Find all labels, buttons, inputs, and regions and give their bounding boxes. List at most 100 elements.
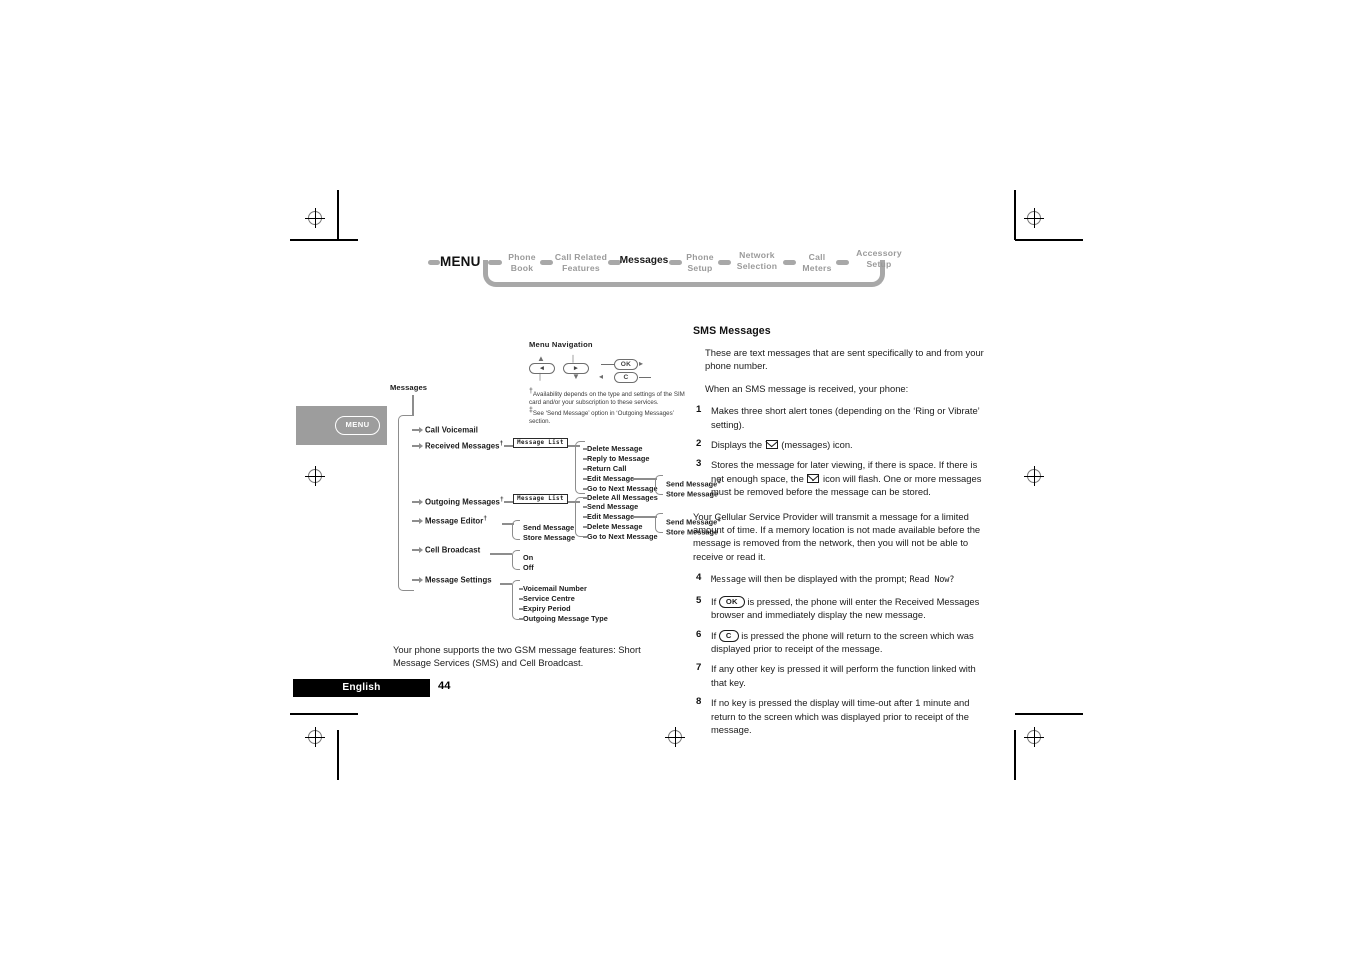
down-bar-icon-left: ∣ [538,372,542,381]
tree-node-cell-broadcast[interactable]: Cell Broadcast [425,544,480,555]
tree-connector-received-lcd [504,445,513,447]
step-number: 7 [696,662,702,674]
tree-node-dagger: † [483,515,488,522]
flow-label-line: Network [739,250,775,260]
settings-option-expiry-period[interactable]: Expiry Period [523,604,571,613]
tree-node-call-voicemail[interactable]: Call Voicemail [425,424,478,435]
sms-step-3: 3 Stores the message for later viewing, … [693,458,985,498]
editor-option-store-message[interactable]: Store Message [523,533,575,542]
registration-mark-bottom-center [665,727,685,747]
received-option-edit-message[interactable]: Edit Message [587,474,634,483]
step-number: 1 [696,404,702,416]
broadcast-option-off[interactable]: Off [523,563,534,572]
step-text-after: (messages) icon. [778,439,853,451]
step-number: 2 [696,438,702,450]
ok-key-inline[interactable]: OK [718,595,745,608]
broadcast-options-lead [490,553,512,555]
tree-node-received-messages[interactable]: Received Messages† [425,440,503,451]
outgoing-option-delete-message[interactable]: Delete Message [587,522,642,531]
tree-node-message-editor[interactable]: Message Editor† [425,515,487,526]
tree-node-label: Message Editor [425,516,484,526]
flow-label-phone-book[interactable]: Phone Book [502,252,542,273]
right-arrow-icon-ok: ▸ [639,359,644,368]
registration-mark-top-right [1024,208,1044,228]
left-arrow-icon-c: ◂ [599,372,604,381]
menu-button[interactable]: MENU [335,416,380,435]
outgoing-sub-lead [633,516,657,518]
crop-mark-top-left-v [337,190,339,240]
received-option-tick-1 [583,458,587,460]
tree-arrow-node-3 [419,518,423,524]
settings-option-tick-1 [519,598,523,600]
menu-flow-bar: MENU Phone Book Call Related Features Me… [428,243,940,293]
flow-label-call-related-features[interactable]: Call Related Features [550,252,612,273]
step-text: If any other key is pressed it will perf… [711,663,976,688]
messages-menu-tree: Messages Call Voicemail Received Message… [390,383,721,633]
received-option-return-call[interactable]: Return Call [587,464,626,473]
flow-label-messages[interactable]: Messages [614,255,674,267]
step-text: Stores the message for later viewing, if… [711,458,985,498]
received-option-delete-message[interactable]: Delete Message [587,444,642,453]
flow-label-phone-setup[interactable]: Phone Setup [679,252,721,273]
flow-label-line: Setup [866,258,892,269]
flow-label-call-meters[interactable]: Call Meters [797,252,837,273]
settings-option-service-centre[interactable]: Service Centre [523,594,575,603]
nav-legend-title: Menu Navigation [529,340,593,349]
received-option-delete-all-messages[interactable]: Delete All Messages [587,493,658,502]
received-option-go-to-next-message[interactable]: Go to Next Message [587,484,658,493]
outgoing-option-go-to-next-message[interactable]: Go to Next Message [587,532,658,541]
step-text: If C is pressed the phone will return to… [711,629,985,656]
sms-step-4: 4 Message will then be displayed with th… [693,572,985,587]
broadcast-option-on[interactable]: On [523,553,533,562]
tree-main-bracket [398,415,414,591]
broadcast-options-bracket [512,550,520,570]
step-text: Message will then be displayed with the … [711,572,985,587]
flow-label-line: Call Related [554,252,608,262]
flow-label-line: Selection [736,260,778,271]
outgoing-option-edit-message[interactable]: Edit Message [587,512,634,521]
editor-option-send-message[interactable]: Send Message [523,523,574,532]
tree-arrow-node-5 [419,577,423,583]
outgoing-option-send-message[interactable]: Send Message [587,502,638,511]
flow-label-line: Setup [687,262,713,273]
ok-key[interactable]: OK [614,359,638,370]
lcd-box-message-list-received: Message List [513,438,568,448]
flow-label-accessory-setup[interactable]: Accessory Setup [851,248,907,269]
flow-label-line: Accessory [856,248,902,258]
received-option-tick-2 [583,468,587,470]
received-option-tick-3 [583,478,587,480]
outgoing-option-tick-1 [583,516,587,518]
received-option-reply-to-message[interactable]: Reply to Message [587,454,649,463]
flow-label-line: Phone [686,252,714,262]
crop-mark-bottom-left-v [337,730,339,780]
tree-arrow-node-2 [419,499,423,505]
lcd-label-read-now: Read Now? [909,575,955,586]
clear-key-inline[interactable]: C [718,629,739,642]
tree-node-message-settings[interactable]: Message Settings [425,574,492,585]
clear-key[interactable]: C [614,372,638,383]
received-sub-lead [633,478,657,480]
received-option-tick-0 [583,448,587,450]
step-number: 3 [696,458,702,470]
left-arrow-key[interactable]: ◄ [529,363,555,374]
crop-mark-top-left-h [290,239,358,241]
settings-option-outgoing-message-type[interactable]: Outgoing Message Type [523,614,608,623]
registration-mark-bottom-left [305,727,325,747]
step-text-before: If [711,595,719,607]
editor-options-bracket [512,520,520,540]
tree-node-label: Call Voicemail [425,425,478,435]
step-text-before: If [711,629,719,641]
flow-label-network-selection[interactable]: Network Selection [728,250,786,271]
section-heading-sms-messages: SMS Messages [693,325,771,337]
step-number: 5 [696,594,702,606]
page-canvas: MENU Phone Book Call Related Features Me… [0,0,1351,954]
tree-node-outgoing-messages[interactable]: Outgoing Messages† [425,496,504,507]
sms-step-2: 2 Displays the (messages) icon. [693,438,985,451]
tree-arrow-node-0 [419,427,423,433]
step-text: If OK is pressed, the phone will enter t… [711,595,985,622]
sms-step-6: 6 If C is pressed the phone will return … [693,629,985,656]
step-text-after: is pressed the phone will return to the … [711,629,974,654]
ok-lead-line [601,364,615,366]
settings-option-voicemail-number[interactable]: Voicemail Number [523,584,587,593]
sms-step-7: 7 If any other key is pressed it will pe… [693,662,985,689]
